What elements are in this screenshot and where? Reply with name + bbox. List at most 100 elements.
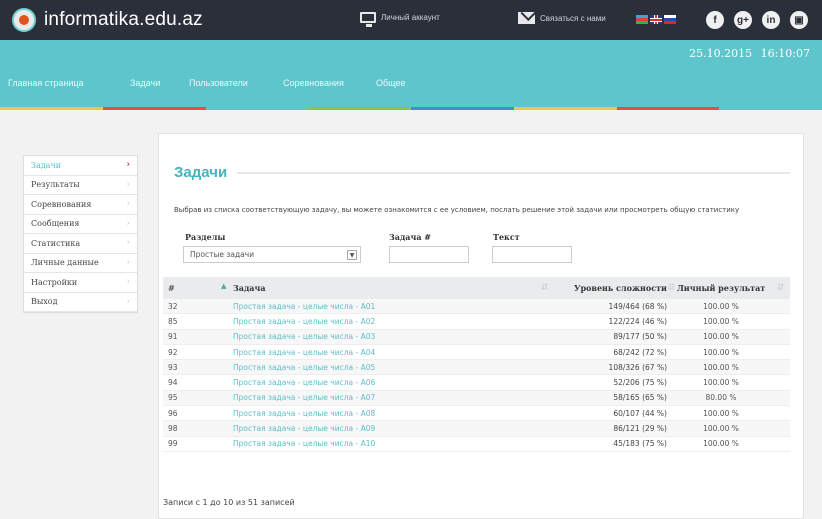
nav-users[interactable]: Пользователи [189, 78, 248, 88]
row-id: 85 [168, 316, 178, 326]
chevron-right-icon: › [126, 257, 130, 268]
row-result: 100.00 % [703, 408, 739, 418]
chevron-right-icon: › [126, 160, 130, 171]
section-filter-label: Разделы [185, 232, 226, 242]
sidebar-item-label: Выход [31, 297, 58, 307]
row-level: 89/177 (50 %) [613, 332, 667, 342]
task-number-input[interactable] [389, 246, 469, 263]
youtube-icon[interactable]: ▣ [790, 11, 808, 29]
chevron-right-icon: › [126, 199, 130, 210]
row-result: 100.00 % [703, 301, 739, 311]
section-select[interactable]: Простые задачи ▼ [183, 246, 361, 263]
task-link[interactable]: Простая задача - целые числа - A08 [223, 409, 523, 418]
row-id: 92 [168, 347, 178, 357]
title-divider [237, 171, 790, 174]
table-row: 96 Простая задача - целые числа - A08 60/1… [163, 406, 790, 422]
sidebar-item[interactable]: Сообщения › [24, 215, 137, 234]
sidebar-item[interactable]: Соревнования › [24, 195, 137, 215]
sort-icon[interactable]: ⇵ [777, 283, 785, 293]
linkedin-icon[interactable]: in [762, 11, 780, 29]
row-level: 86/121 (29 %) [613, 424, 667, 434]
flag-ru-icon[interactable] [664, 15, 676, 24]
row-result: 100.00 % [703, 316, 739, 326]
flag-uk-icon[interactable] [650, 15, 662, 24]
row-level: 52/206 (75 %) [613, 378, 667, 388]
task-link[interactable]: Простая задача - целые числа - A10 [223, 439, 523, 448]
contact-link[interactable]: Связаться с нами [518, 12, 606, 24]
task-link[interactable]: Простая задача - целые числа - A02 [223, 317, 523, 326]
table-row: 95 Простая задача - целые числа - A07 58/1… [163, 390, 790, 407]
nav-color-stripe [0, 107, 822, 110]
text-search-input[interactable] [492, 246, 572, 263]
sidebar-item[interactable]: Задачи › [24, 156, 137, 176]
row-id: 94 [168, 378, 178, 388]
sidebar-item[interactable]: Результаты › [24, 176, 137, 195]
row-result: 100.00 % [703, 424, 739, 434]
facebook-icon[interactable]: f [706, 11, 724, 29]
row-id: 98 [168, 424, 178, 434]
task-link[interactable]: Простая задача - целые числа - A05 [223, 363, 523, 372]
row-id: 91 [168, 332, 178, 342]
task-link[interactable]: Простая задача - целые числа - A09 [223, 424, 523, 433]
date: 25.10.2015 [689, 47, 753, 60]
col-task-header[interactable]: Задача [223, 283, 523, 293]
table-row: 98 Простая задача - целые числа - A09 86/1… [163, 421, 790, 437]
sidebar-item[interactable]: Выход › [24, 293, 137, 312]
row-id: 99 [168, 439, 178, 449]
row-level: 149/464 (68 %) [608, 301, 667, 311]
row-level: 58/165 (65 %) [613, 393, 667, 403]
sort-asc-icon[interactable]: ▲ [221, 281, 226, 290]
site-logo-icon[interactable] [12, 8, 36, 32]
monitor-icon [360, 12, 376, 27]
sidebar-item[interactable]: Личные данные › [24, 254, 137, 273]
main-panel: Задачи Выбрав из списка соответствующую … [158, 133, 804, 519]
sidebar-item[interactable]: Настройки › [24, 273, 137, 293]
row-id: 93 [168, 362, 178, 372]
task-number-label: Задача # [389, 232, 431, 242]
sidebar-item-label: Сообщения [31, 219, 80, 229]
table-info: Записи с 1 до 10 из 51 записей [163, 498, 295, 507]
row-id: 32 [168, 301, 178, 311]
table-row: 93 Простая задача - целые числа - A05 108/… [163, 360, 790, 376]
chevron-down-icon[interactable]: ▼ [347, 250, 357, 260]
flag-az-icon[interactable] [636, 15, 648, 24]
google-plus-icon[interactable]: g+ [734, 11, 752, 29]
sidebar-item-label: Статистика [31, 238, 81, 248]
text-filter-label: Текст [493, 232, 520, 242]
sort-icon[interactable]: ⇵ [541, 283, 549, 293]
section-select-value: Простые задачи [190, 250, 255, 259]
nav-home[interactable]: Главная страница [8, 78, 84, 88]
envelope-icon [518, 12, 535, 24]
row-id: 96 [168, 408, 178, 418]
table-row: 94 Простая задача - целые числа - A06 52/2… [163, 375, 790, 391]
site-name[interactable]: informatika.edu.az [44, 9, 203, 31]
chevron-right-icon: › [126, 296, 130, 307]
row-level: 108/326 (67 %) [608, 362, 667, 372]
row-result: 100.00 % [703, 439, 739, 449]
nav-tasks[interactable]: Задачи [130, 78, 160, 88]
task-link[interactable]: Простая задача - целые числа - A06 [223, 378, 523, 387]
table-row: 32 Простая задача - целые числа - A01 149/… [163, 299, 790, 315]
sort-icon[interactable]: ⇵ [668, 283, 676, 293]
account-link[interactable]: Личный аккаунт [360, 12, 440, 27]
task-link[interactable]: Простая задача - целые числа - A07 [223, 393, 523, 402]
top-bar: informatika.edu.az Личный аккаунт Связат… [0, 0, 822, 40]
row-level: 122/224 (46 %) [608, 316, 667, 326]
sidebar-item[interactable]: Статистика › [24, 234, 137, 254]
page-title: Задачи [174, 164, 228, 181]
task-link[interactable]: Простая задача - целые числа - A01 [223, 302, 523, 311]
row-level: 68/242 (72 %) [613, 347, 667, 357]
col-id-header[interactable]: # [163, 283, 223, 293]
chevron-right-icon: › [126, 179, 130, 190]
sidebar-item-label: Личные данные [31, 258, 99, 268]
sidebar-item-label: Задачи [31, 160, 62, 170]
table-row: 91 Простая задача - целые числа - A03 89/1… [163, 329, 790, 345]
contact-label: Связаться с нами [540, 13, 606, 23]
chevron-right-icon: › [126, 277, 130, 288]
task-link[interactable]: Простая задача - целые числа - A03 [223, 332, 523, 341]
nav-competitions[interactable]: Соревнования [283, 78, 344, 88]
nav-general[interactable]: Общее [376, 78, 405, 88]
task-link[interactable]: Простая задача - целые числа - A04 [223, 348, 523, 357]
col-result-header[interactable]: Личный результат [671, 283, 771, 293]
main-nav: Главная страница Задачи Пользователи Сор… [0, 40, 822, 110]
